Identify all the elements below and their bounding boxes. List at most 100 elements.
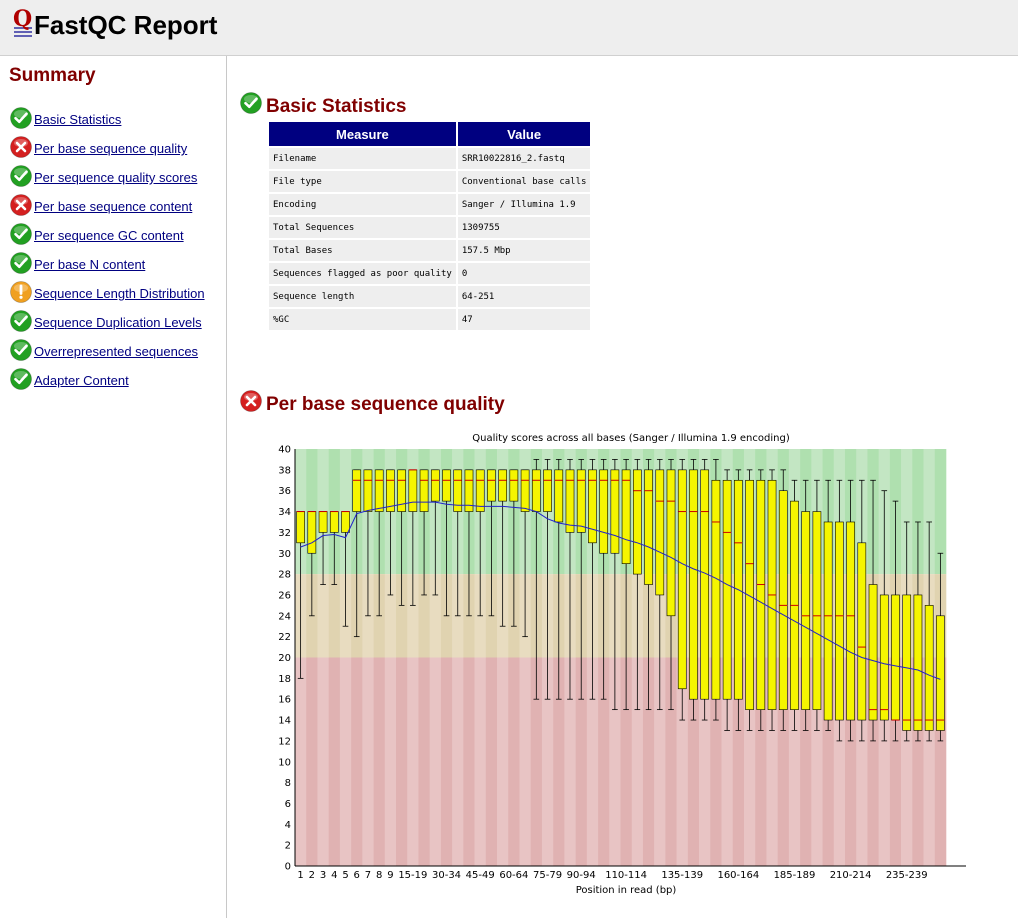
summary-link-sequence-duplication-levels[interactable]: Sequence Duplication Levels	[34, 315, 202, 330]
y-tick-label: 22	[278, 632, 291, 643]
x-tick-label: 30-34	[432, 870, 461, 881]
table-row: Sequences flagged as poor quality 0	[269, 263, 591, 284]
summary-link-per-sequence-gc-content[interactable]: Per sequence GC content	[34, 228, 184, 243]
x-tick-label: 90-94	[567, 870, 596, 881]
y-tick-label: 24	[278, 611, 291, 622]
measure-cell: Encoding	[269, 194, 456, 215]
summary-link-basic-statistics[interactable]: Basic Statistics	[34, 112, 121, 127]
chart-title: Quality scores across all bases (Sanger …	[472, 433, 790, 444]
summary-link-per-sequence-quality-scores[interactable]: Per sequence quality scores	[34, 170, 197, 185]
y-tick-label: 28	[278, 570, 291, 581]
zone-band	[339, 657, 352, 866]
zone-band	[396, 657, 408, 866]
summary-link-per-base-sequence-quality[interactable]: Per base sequence quality	[34, 141, 187, 156]
value-cell: 47	[457, 309, 591, 330]
y-tick-label: 14	[278, 716, 291, 727]
quality-box	[677, 469, 687, 690]
zone-band	[485, 657, 498, 866]
quality-box	[722, 479, 732, 700]
quality-box	[442, 469, 451, 502]
measure-cell: Sequence length	[269, 286, 456, 307]
zone-band	[295, 657, 307, 866]
x-tick-label: 160-164	[717, 870, 759, 881]
quality-box	[913, 594, 923, 731]
value-cell: Sanger / Illumina 1.9	[457, 194, 591, 215]
zone-band	[463, 657, 475, 866]
quality-box	[756, 479, 766, 710]
report-main: Basic Statistics Measure Value Filename S…	[228, 56, 1018, 918]
zone-band	[440, 657, 453, 866]
zone-band	[351, 657, 363, 866]
warn-icon	[10, 281, 32, 308]
quality-box	[509, 469, 519, 502]
quality-box	[430, 469, 440, 502]
pass-icon	[10, 368, 32, 395]
summary-link-per-base-sequence-content[interactable]: Per base sequence content	[34, 199, 192, 214]
summary-sidebar: Summary Basic Statistics Per base sequen…	[0, 56, 227, 918]
quality-box	[419, 469, 429, 512]
x-tick-label: 1	[297, 870, 303, 881]
pass-icon	[10, 107, 32, 134]
quality-box	[397, 469, 406, 512]
quality-box	[936, 615, 945, 731]
x-tick-label: 5	[342, 870, 348, 881]
quality-box	[599, 469, 609, 554]
quality-box	[408, 469, 418, 512]
x-tick-label: 4	[331, 870, 337, 881]
zone-band	[328, 657, 341, 866]
summary-link-sequence-length-distribution[interactable]: Sequence Length Distribution	[34, 286, 205, 301]
y-tick-label: 38	[278, 465, 291, 476]
y-tick-label: 26	[278, 590, 291, 601]
y-tick-label: 16	[278, 695, 291, 706]
y-tick-label: 0	[285, 862, 291, 873]
quality-box	[329, 511, 339, 533]
y-tick-label: 10	[278, 757, 291, 768]
fail-icon	[10, 136, 32, 163]
quality-box	[576, 469, 586, 533]
summary-link-per-base-n-content[interactable]: Per base N content	[34, 257, 145, 272]
quality-box	[341, 511, 350, 533]
zone-band	[407, 657, 419, 866]
fail-icon	[10, 194, 32, 221]
table-row: Sequence length 64-251	[269, 286, 591, 307]
x-tick-label: 8	[376, 870, 382, 881]
y-tick-label: 30	[278, 549, 291, 560]
quality-box	[565, 469, 575, 533]
pass-icon	[10, 165, 32, 192]
x-tick-label: 75-79	[533, 870, 562, 881]
table-row: File type Conventional base calls	[269, 171, 591, 192]
quality-box	[711, 479, 721, 700]
zone-band	[362, 657, 374, 866]
table-row: Total Bases 157.5 Mbp	[269, 240, 591, 261]
summary-link-overrepresented-sequences[interactable]: Overrepresented sequences	[34, 344, 198, 359]
quality-box	[812, 511, 822, 710]
quality-box	[475, 469, 485, 512]
measure-column-header: Measure	[269, 122, 456, 146]
summary-title: Summary	[9, 65, 96, 86]
quality-box	[666, 469, 676, 617]
zone-band	[508, 657, 520, 866]
zone-band	[452, 657, 464, 866]
quality-box	[363, 469, 373, 512]
zone-band	[384, 657, 397, 866]
basic-statistics-title: Basic Statistics	[266, 96, 407, 117]
summary-link-adapter-content[interactable]: Adapter Content	[34, 373, 129, 388]
zone-band	[317, 574, 329, 658]
x-tick-label: 15-19	[398, 870, 427, 881]
fail-icon	[240, 390, 262, 417]
quality-box	[621, 469, 631, 564]
y-tick-label: 34	[278, 507, 291, 518]
x-tick-label: 45-49	[466, 870, 495, 881]
report-title: FastQC Report	[34, 10, 218, 40]
x-tick-label: 185-189	[774, 870, 816, 881]
quality-box	[543, 469, 552, 512]
quality-box	[689, 469, 698, 700]
measure-cell: Filename	[269, 148, 456, 169]
report-header: Q FastQC Report	[0, 0, 1018, 56]
zone-band	[474, 657, 487, 866]
value-cell: SRR10022816_2.fastq	[457, 148, 591, 169]
quality-box	[879, 594, 889, 721]
quality-box	[296, 511, 305, 544]
table-row: Total Sequences 1309755	[269, 217, 591, 238]
value-cell: Conventional base calls	[457, 171, 591, 192]
